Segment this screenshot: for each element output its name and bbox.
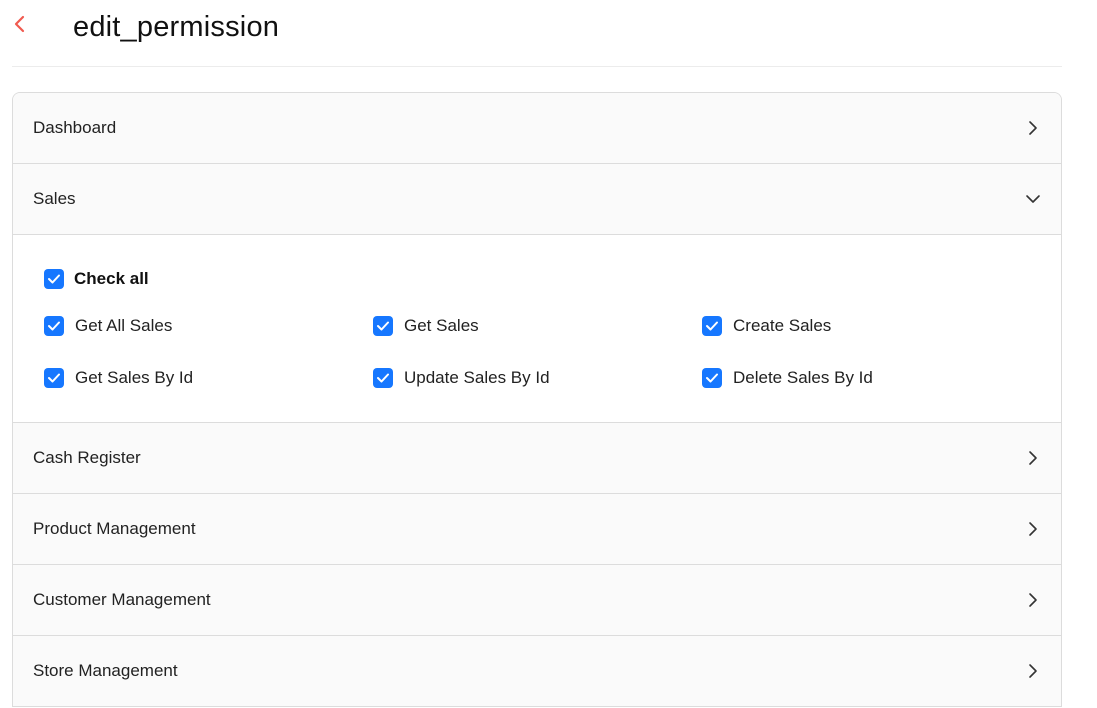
permission-checkbox-create-sales[interactable]: Create Sales bbox=[702, 316, 831, 336]
section-label: Customer Management bbox=[33, 590, 211, 609]
permission-checkbox-delete-sales-by-id[interactable]: Delete Sales By Id bbox=[702, 368, 873, 388]
section-header-dashboard[interactable]: Dashboard bbox=[13, 93, 1061, 164]
permission-label: Create Sales bbox=[733, 316, 832, 335]
check-all-checkbox[interactable]: Check all bbox=[44, 269, 149, 289]
section-body-sales: Check all Get All Sales Get Sales Create… bbox=[13, 235, 1061, 423]
checkmark-icon bbox=[44, 368, 64, 388]
page-header: edit_permission bbox=[0, 0, 1062, 66]
permission-checkbox-get-all-sales[interactable]: Get All Sales bbox=[44, 316, 172, 336]
section-label: Store Management bbox=[33, 661, 178, 680]
check-all-label: Check all bbox=[74, 269, 149, 288]
checkmark-icon bbox=[44, 269, 64, 289]
checkmark-icon bbox=[702, 368, 722, 388]
checkmark-icon bbox=[702, 316, 722, 336]
back-button[interactable] bbox=[8, 12, 30, 40]
permission-checkbox-update-sales-by-id[interactable]: Update Sales By Id bbox=[373, 368, 550, 388]
checkmark-icon bbox=[373, 316, 393, 336]
header-divider bbox=[12, 66, 1062, 67]
chevron-right-icon bbox=[1025, 450, 1041, 466]
chevron-left-icon bbox=[12, 14, 26, 39]
page-title: edit_permission bbox=[73, 11, 280, 43]
section-header-cash-register[interactable]: Cash Register bbox=[13, 423, 1061, 494]
permission-label: Update Sales By Id bbox=[404, 368, 550, 387]
section-header-store-management[interactable]: Store Management bbox=[13, 636, 1061, 707]
permission-checkbox-get-sales[interactable]: Get Sales bbox=[373, 316, 479, 336]
section-header-sales[interactable]: Sales bbox=[13, 164, 1061, 235]
permission-checkbox-get-sales-by-id[interactable]: Get Sales By Id bbox=[44, 368, 193, 388]
checkmark-icon bbox=[44, 316, 64, 336]
section-label: Product Management bbox=[33, 519, 196, 538]
section-header-customer-management[interactable]: Customer Management bbox=[13, 565, 1061, 636]
permission-label: Delete Sales By Id bbox=[733, 368, 873, 387]
permission-label: Get All Sales bbox=[75, 316, 173, 335]
section-label: Cash Register bbox=[33, 448, 141, 467]
section-label: Dashboard bbox=[33, 118, 117, 137]
chevron-right-icon bbox=[1025, 592, 1041, 608]
chevron-down-icon bbox=[1025, 191, 1041, 207]
chevron-right-icon bbox=[1025, 120, 1041, 136]
permission-label: Get Sales bbox=[404, 316, 479, 335]
chevron-right-icon bbox=[1025, 521, 1041, 537]
section-label: Sales bbox=[33, 189, 76, 208]
chevron-right-icon bbox=[1025, 663, 1041, 679]
section-header-product-management[interactable]: Product Management bbox=[13, 494, 1061, 565]
permissions-accordion: Dashboard Sales Check all Get All Sales bbox=[12, 92, 1062, 707]
permission-label: Get Sales By Id bbox=[75, 368, 194, 387]
checkmark-icon bbox=[373, 368, 393, 388]
